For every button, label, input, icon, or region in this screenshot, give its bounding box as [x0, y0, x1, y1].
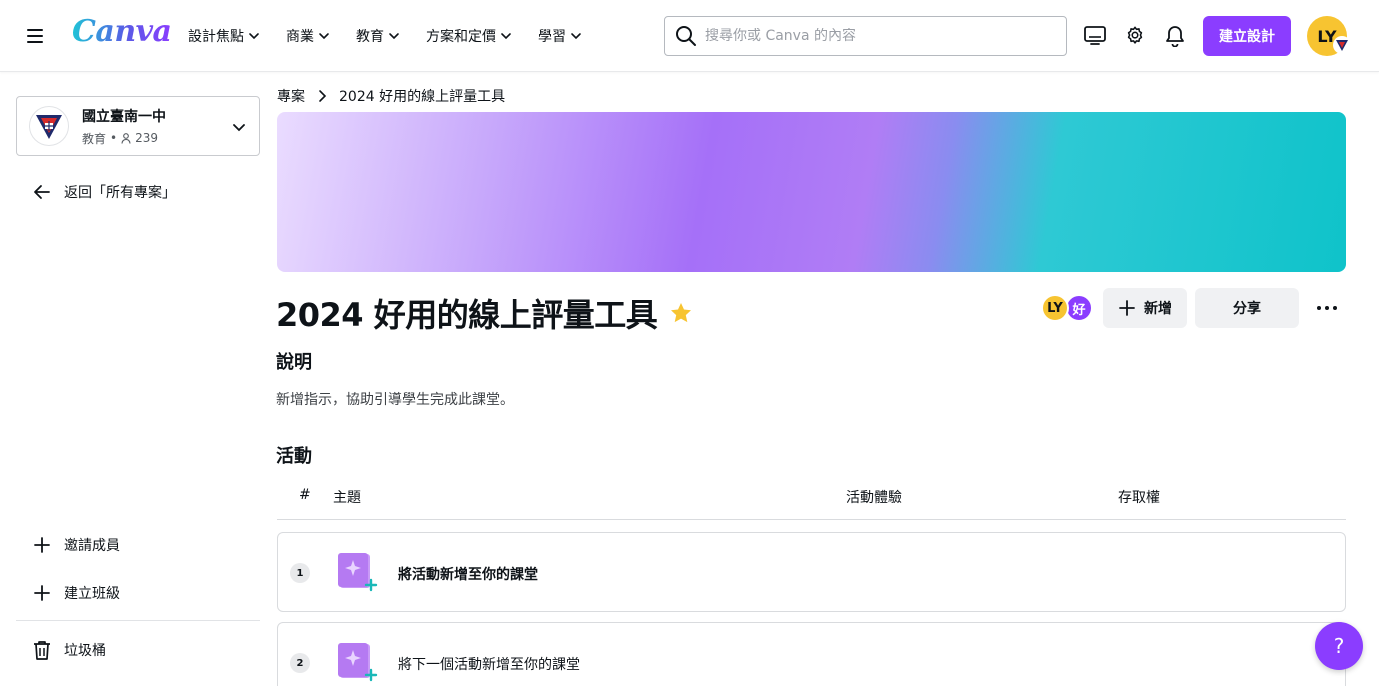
school-crest-icon [29, 106, 69, 146]
page-title: 2024 好用的線上評量工具 [276, 290, 693, 336]
activity-label: 將下一個活動新增至你的課堂 [398, 657, 580, 673]
sidebar-divider [16, 620, 260, 621]
column-header-topic: 主題 [333, 490, 361, 506]
nav-label: 學習 [538, 29, 566, 45]
add-activity-icon [338, 553, 378, 592]
separator-dot: • [110, 131, 118, 145]
bell-icon[interactable] [1163, 24, 1187, 48]
chevron-down-icon [319, 33, 329, 40]
activity-label: 將活動新增至你的課堂 [398, 567, 538, 583]
help-button[interactable]: ? [1315, 622, 1363, 670]
create-class-label: 建立班級 [64, 586, 120, 602]
avatar: LY [1041, 294, 1069, 322]
activities-heading: 活動 [276, 446, 312, 467]
nav-label: 商業 [286, 29, 314, 45]
breadcrumb: 專案 2024 好用的線上評量工具 [277, 86, 505, 106]
row-number: 2 [290, 653, 310, 673]
add-label: 新增 [1144, 301, 1172, 317]
project-title[interactable]: 2024 好用的線上評量工具 [276, 290, 658, 336]
share-button[interactable]: 分享 [1195, 288, 1299, 328]
user-avatar[interactable]: LY [1307, 16, 1351, 56]
nav-label: 設計焦點 [188, 29, 244, 45]
team-switcher[interactable]: 國立臺南一中 教育 • 239 [16, 96, 260, 156]
hamburger-menu-icon[interactable] [24, 24, 48, 48]
top-header: Canva 設計焦點 商業 教育 方案和定價 學習 搜尋你或 Canva 的內容… [0, 0, 1379, 72]
plus-icon [34, 585, 50, 601]
row-number: 1 [290, 563, 310, 583]
project-cover-banner [277, 112, 1346, 272]
nav-learn[interactable]: 學習 [538, 26, 582, 46]
table-row[interactable]: 1 將活動新增至你的課堂 [277, 532, 1346, 612]
nav-label: 方案和定價 [426, 29, 496, 45]
search-input[interactable] [705, 28, 1066, 44]
invite-label: 邀請成員 [64, 538, 120, 554]
school-badge-icon [1333, 36, 1351, 54]
chevron-down-icon [501, 33, 511, 40]
create-class-button[interactable]: 建立班級 [32, 581, 120, 605]
nav-design-spotlight[interactable]: 設計焦點 [188, 26, 260, 46]
canva-logo[interactable]: Canva [72, 14, 172, 49]
main-nav: 設計焦點 商業 教育 方案和定價 學習 [188, 0, 608, 72]
trash-button[interactable]: 垃圾桶 [32, 638, 106, 662]
table-row[interactable]: 2 將下一個活動新增至你的課堂 [277, 622, 1346, 686]
nav-label: 教育 [356, 29, 384, 45]
team-name: 國立臺南一中 [82, 108, 166, 125]
nav-business[interactable]: 商業 [286, 26, 330, 46]
desktop-app-icon[interactable] [1083, 24, 1107, 48]
chevron-down-icon [389, 33, 399, 40]
plus-icon [34, 537, 50, 553]
back-to-projects-link[interactable]: 返回「所有專案」 [32, 180, 176, 204]
chevron-down-icon [233, 124, 245, 132]
nav-plans-pricing[interactable]: 方案和定價 [426, 26, 512, 46]
trash-icon [34, 641, 50, 660]
column-header-access: 存取權 [1118, 490, 1160, 506]
person-icon [121, 132, 131, 144]
collaborator-avatars[interactable]: LY 好 [1041, 294, 1097, 322]
avatar: 好 [1065, 294, 1093, 322]
back-label: 返回「所有專案」 [64, 185, 176, 201]
team-meta: 教育 • 239 [82, 130, 166, 147]
description-text[interactable]: 新增指示，協助引導學生完成此課堂。 [276, 389, 514, 409]
chevron-right-icon [319, 90, 327, 102]
column-header-number: # [299, 487, 311, 503]
invite-members-button[interactable]: 邀請成員 [32, 533, 120, 557]
breadcrumb-projects-link[interactable]: 專案 [277, 86, 305, 106]
plus-icon [1119, 300, 1135, 316]
more-options-icon[interactable] [1315, 296, 1339, 320]
chevron-down-icon [571, 33, 581, 40]
team-member-count: 239 [135, 131, 158, 145]
search-icon [676, 26, 696, 46]
nav-education[interactable]: 教育 [356, 26, 400, 46]
table-divider [277, 519, 1346, 520]
gear-icon[interactable] [1123, 24, 1147, 48]
breadcrumb-current: 2024 好用的線上評量工具 [339, 89, 506, 105]
column-header-experience: 活動體驗 [846, 490, 902, 506]
add-activity-icon [338, 643, 378, 682]
arrow-left-icon [34, 185, 50, 199]
team-type: 教育 [82, 131, 107, 146]
trash-label: 垃圾桶 [64, 643, 106, 659]
search-bar[interactable] [664, 16, 1067, 56]
create-design-button[interactable]: 建立設計 [1203, 16, 1291, 56]
description-heading: 說明 [276, 352, 312, 373]
star-icon[interactable] [669, 301, 693, 325]
add-button[interactable]: 新增 [1103, 288, 1187, 328]
chevron-down-icon [249, 33, 259, 40]
